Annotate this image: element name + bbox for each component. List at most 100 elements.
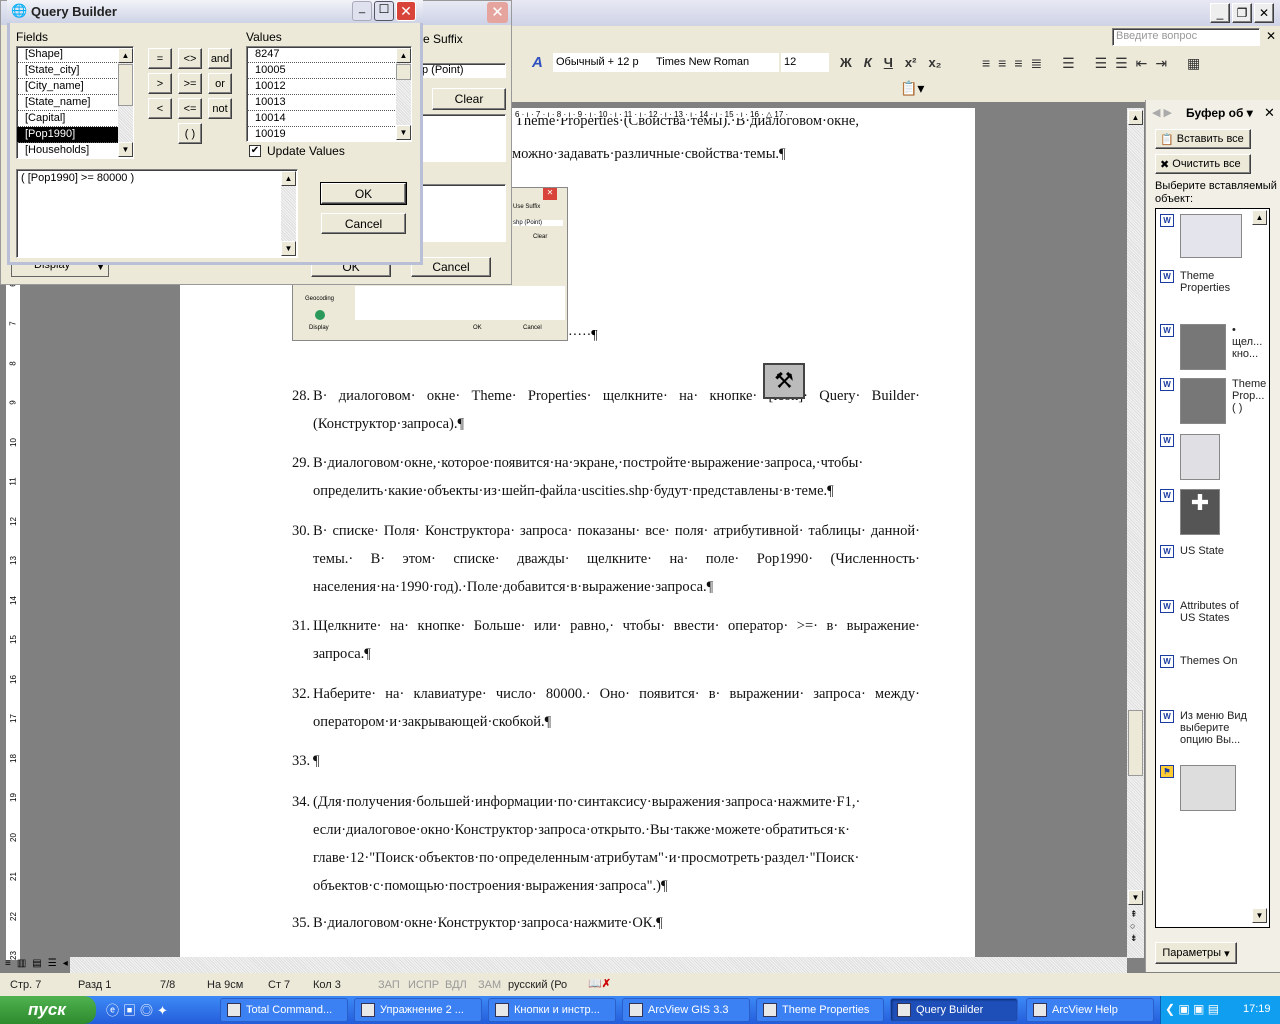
taskbar-button[interactable]: Упражнение 2 ... bbox=[354, 998, 482, 1022]
help-question-input[interactable]: Введите вопрос bbox=[1112, 28, 1260, 46]
taskbar-button[interactable]: Query Builder bbox=[890, 998, 1018, 1022]
field-item[interactable]: [Shape] bbox=[17, 47, 133, 63]
close-button[interactable]: ✕ bbox=[1254, 3, 1274, 23]
clip-item[interactable]: W bbox=[1160, 434, 1220, 480]
view-buttons[interactable]: ≡▥▤☰◂ bbox=[5, 958, 74, 969]
clear-all-button[interactable]: ✖ Очистить все bbox=[1155, 154, 1251, 174]
less-equal-button[interactable]: <= bbox=[178, 98, 202, 119]
style-icon[interactable]: A bbox=[532, 54, 543, 71]
fields-scroll-down[interactable]: ▼ bbox=[118, 142, 133, 157]
qb-ok-button[interactable]: OK bbox=[320, 182, 407, 205]
greater-button[interactable]: > bbox=[148, 73, 172, 94]
clip-item[interactable]: W Attributes of US States bbox=[1160, 600, 1250, 624]
clip-item[interactable]: W Из меню Вид выберите опцию Вы... bbox=[1160, 710, 1248, 746]
update-values-checkbox[interactable]: ✔ bbox=[249, 145, 261, 157]
clip-item[interactable]: W Themes On bbox=[1160, 655, 1237, 668]
field-item[interactable]: [Pop1990] bbox=[17, 127, 133, 143]
greater-equal-button[interactable]: >= bbox=[178, 73, 202, 94]
horizontal-scrollbar[interactable] bbox=[70, 957, 1127, 973]
align-buttons[interactable]: ≡≡≡≣ ☰ ☰☰⇤⇥ ▦ bbox=[982, 55, 1208, 72]
superscript-button[interactable]: x² bbox=[905, 55, 917, 70]
vertical-scrollbar[interactable] bbox=[1127, 108, 1144, 958]
status-ext[interactable]: ВДЛ bbox=[445, 979, 467, 991]
value-item[interactable]: 10014 bbox=[247, 111, 411, 127]
task-pane-close-icon[interactable]: ✕ bbox=[1264, 105, 1275, 121]
fields-scroll-up[interactable]: ▲ bbox=[118, 48, 133, 63]
status-rec[interactable]: ЗАП bbox=[378, 979, 400, 991]
qb-close-button[interactable]: ✕ bbox=[396, 1, 416, 21]
scroll-down-button[interactable]: ▼ bbox=[1128, 890, 1143, 905]
clip-item[interactable]: W ✚ bbox=[1160, 489, 1220, 535]
values-scroll-thumb[interactable] bbox=[396, 64, 411, 80]
paste-all-button[interactable]: 📋 Вставить все bbox=[1155, 129, 1251, 149]
scroll-up-button[interactable]: ▲ bbox=[1128, 110, 1143, 125]
restore-button[interactable]: ❐ bbox=[1232, 3, 1252, 23]
clipboard-scroll-down[interactable]: ▼ bbox=[1252, 908, 1267, 923]
value-item[interactable]: 10005 bbox=[247, 63, 411, 79]
theme-cancel-button[interactable]: Cancel bbox=[411, 257, 491, 277]
tray-icons[interactable]: ❮ ▣ ▣ ▤ bbox=[1165, 1002, 1219, 1016]
theme-close-button[interactable]: ✕ bbox=[487, 2, 508, 23]
task-pane-title[interactable]: Буфер об ▾ bbox=[1186, 106, 1253, 120]
taskbar-button[interactable]: ArcView GIS 3.3 bbox=[622, 998, 750, 1022]
qb-cancel-button[interactable]: Cancel bbox=[321, 213, 406, 234]
or-button[interactable]: or bbox=[208, 73, 232, 94]
status-ovr[interactable]: ЗАМ bbox=[478, 979, 501, 991]
status-trk[interactable]: ИСПР bbox=[408, 979, 439, 991]
fields-scroll-thumb[interactable] bbox=[118, 64, 133, 106]
clip-item[interactable]: W Theme Prop... ( ) bbox=[1160, 378, 1268, 424]
style-select[interactable]: Обычный + 12 р bbox=[553, 53, 653, 72]
minimize-button[interactable]: _ bbox=[1210, 3, 1230, 23]
values-list[interactable]: 8247 10005 10012 10013 10014 10019 bbox=[246, 46, 412, 142]
and-button[interactable]: and bbox=[208, 48, 232, 69]
value-item[interactable]: 10019 bbox=[247, 127, 411, 141]
not-button[interactable]: not bbox=[208, 98, 232, 119]
font-select[interactable]: Times New Roman bbox=[653, 53, 779, 72]
spelling-icon[interactable]: 📖✗ bbox=[588, 977, 611, 990]
value-item[interactable]: 10012 bbox=[247, 79, 411, 95]
taskbar-button[interactable]: Кнопки и инстр... bbox=[488, 998, 616, 1022]
values-scroll-down[interactable]: ▼ bbox=[396, 125, 411, 140]
clip-item[interactable]: ⚑ bbox=[1160, 765, 1236, 811]
subscript-button[interactable]: x₂ bbox=[928, 55, 941, 70]
clip-item[interactable]: W US State bbox=[1160, 545, 1224, 558]
field-item[interactable]: [City_name] bbox=[17, 79, 133, 95]
expression-scroll-up[interactable]: ▲ bbox=[281, 171, 296, 186]
browse-buttons[interactable]: ⇞ ○ ⇟ bbox=[1130, 908, 1142, 944]
italic-button[interactable]: К bbox=[864, 55, 872, 70]
paste-options-icon[interactable]: 📋▾ bbox=[900, 80, 924, 97]
fields-list[interactable]: [Shape] [State_city] [City_name] [State_nam… bbox=[16, 46, 134, 159]
help-close-icon[interactable]: ✕ bbox=[1266, 29, 1276, 43]
field-item[interactable]: [Capital] bbox=[17, 111, 133, 127]
theme-file-input[interactable]: p (Point) bbox=[421, 63, 506, 78]
value-item[interactable]: 8247 bbox=[247, 47, 411, 63]
values-scroll-up[interactable]: ▲ bbox=[396, 48, 411, 63]
start-button[interactable]: пуск bbox=[0, 996, 96, 1024]
clipboard-list[interactable] bbox=[1155, 208, 1270, 928]
clip-item[interactable]: W bbox=[1160, 214, 1242, 258]
qb-maximize-button[interactable]: ☐ bbox=[374, 1, 394, 21]
equals-button[interactable]: = bbox=[148, 48, 172, 69]
field-item[interactable]: [State_city] bbox=[17, 63, 133, 79]
clip-item[interactable]: W Theme Properties bbox=[1160, 270, 1242, 294]
taskbar-button[interactable]: ArcView Help bbox=[1026, 998, 1154, 1022]
clip-item[interactable]: W • щел... кно... bbox=[1160, 324, 1268, 370]
theme-clear-button[interactable]: Clear bbox=[432, 88, 506, 110]
not-equal-button[interactable]: <> bbox=[178, 48, 202, 69]
parentheses-button[interactable]: ( ) bbox=[178, 123, 202, 144]
size-select[interactable]: 12 bbox=[781, 53, 829, 72]
field-item[interactable]: [State_name] bbox=[17, 95, 133, 111]
options-button[interactable]: Параметры ▾ bbox=[1155, 942, 1237, 964]
taskbar-button[interactable]: Theme Properties bbox=[756, 998, 884, 1022]
expression-textarea[interactable]: ( [Pop1990] >= 80000 ) bbox=[16, 169, 298, 258]
bold-button[interactable]: Ж bbox=[840, 55, 852, 70]
expression-scroll-down[interactable]: ▼ bbox=[281, 241, 296, 256]
clipboard-scroll-up[interactable]: ▲ bbox=[1252, 210, 1267, 225]
value-item[interactable]: 10013 bbox=[247, 95, 411, 111]
underline-button[interactable]: Ч bbox=[884, 55, 893, 70]
task-pane-nav[interactable]: ◀ ▶ bbox=[1152, 106, 1172, 119]
field-item[interactable]: [Households] bbox=[17, 143, 133, 158]
quick-launch[interactable]: ⓔ▣◎✦ bbox=[106, 1000, 172, 1019]
less-button[interactable]: < bbox=[148, 98, 172, 119]
qb-minimize-button[interactable]: _ bbox=[352, 1, 372, 21]
